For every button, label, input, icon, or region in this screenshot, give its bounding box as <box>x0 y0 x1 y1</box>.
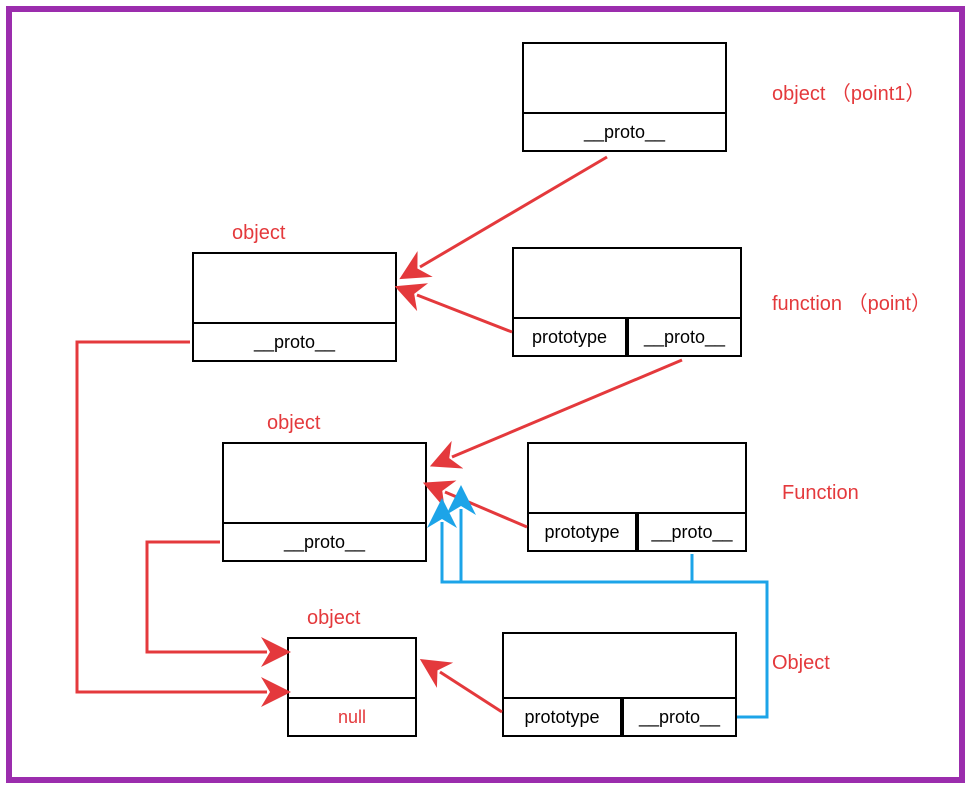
proto-text: __proto__ <box>639 707 720 728</box>
box-point1-proto: __proto__ <box>522 112 727 152</box>
proto-text: __proto__ <box>584 122 665 143</box>
label-object3: object <box>307 607 360 630</box>
label-object1: object <box>232 222 285 245</box>
arrow-point-prototype-to-object1 <box>417 295 512 332</box>
prototype-text: prototype <box>524 707 599 728</box>
box-function-proto: __proto__ <box>637 512 747 552</box>
box-function-prototype: prototype <box>527 512 637 552</box>
label-point1: object （point1） <box>772 77 925 106</box>
proto-text: __proto__ <box>644 327 725 348</box>
prototype-text: prototype <box>544 522 619 543</box>
null-text: null <box>338 707 366 728</box>
box-object1-proto: __proto__ <box>192 322 397 362</box>
proto-text: __proto__ <box>254 332 335 353</box>
box-object2-proto: __proto__ <box>222 522 427 562</box>
diagram-canvas: __proto__ object （point1） object __proto… <box>12 12 959 777</box>
diagram-frame: __proto__ object （point1） object __proto… <box>6 6 965 783</box>
arrow-objectctor-prototype-to-object3 <box>440 672 502 712</box>
label-object-ctor: Object <box>772 652 830 675</box>
box-object-ctor-proto: __proto__ <box>622 697 737 737</box>
label-object2: object <box>267 412 320 435</box>
box-object3-null: null <box>287 697 417 737</box>
label-function: Function <box>782 482 859 505</box>
label-point: function （point） <box>772 287 931 316</box>
arrow-function-prototype-to-object2 <box>445 492 527 527</box>
prototype-text: prototype <box>532 327 607 348</box>
box-point-proto: __proto__ <box>627 317 742 357</box>
box-point-prototype: prototype <box>512 317 627 357</box>
proto-text: __proto__ <box>284 532 365 553</box>
proto-text: __proto__ <box>651 522 732 543</box>
box-object-ctor-prototype: prototype <box>502 697 622 737</box>
